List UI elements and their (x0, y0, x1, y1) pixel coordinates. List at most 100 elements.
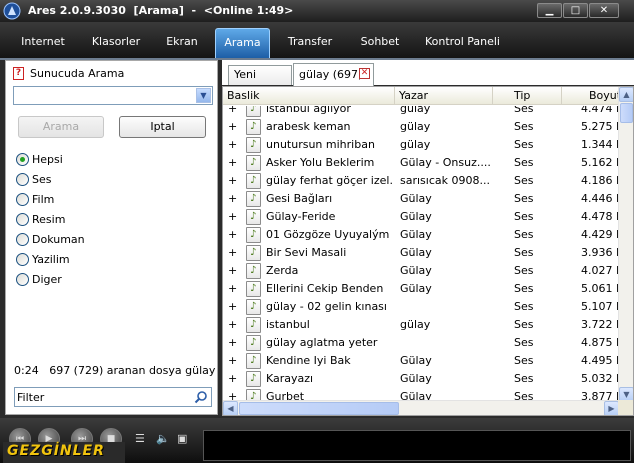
minimize-button[interactable]: ▁ (537, 3, 562, 18)
expand-plus-icon[interactable]: + (228, 228, 237, 242)
table-row[interactable]: + Gülay-Feride Gülay Ses 4.478 K (223, 208, 619, 226)
cell-size: 5.032 K (581, 372, 619, 385)
cell-title: Asker Yolu Beklerim (266, 156, 375, 169)
radio-icon (16, 253, 29, 266)
cell-author: gülay (400, 138, 431, 151)
cell-title: 01 Gözgöze Uyuyalým (266, 228, 390, 241)
nav-tab-internet[interactable]: Internet (12, 28, 74, 58)
search-status: 0:24 697 (729) aranan dosya gülay (14, 364, 216, 377)
cell-author: gülay (400, 106, 431, 115)
cell-type: Ses (514, 282, 534, 295)
table-row[interactable]: + istanbul gülay Ses 3.722 K (223, 316, 619, 334)
cell-size: 3.722 K (581, 318, 619, 331)
cell-title: Zerda (266, 264, 299, 277)
cell-size: 1.344 K (581, 138, 619, 151)
scroll-left-icon[interactable]: ◀ (223, 401, 238, 415)
expand-plus-icon[interactable]: + (228, 336, 237, 350)
column-header-yazar[interactable]: Yazar (395, 87, 493, 105)
horizontal-scroll-thumb[interactable] (239, 402, 399, 415)
expand-plus-icon[interactable]: + (228, 246, 237, 260)
expand-plus-icon[interactable]: + (228, 282, 237, 296)
title-bar: Ares 2.0.9.3030 [Arama] - <Online 1:49> … (0, 0, 634, 22)
expand-plus-icon[interactable]: + (228, 372, 237, 386)
column-header-boyut[interactable]: Boyut (562, 87, 619, 105)
close-window-button[interactable]: ✕ (589, 3, 619, 18)
nav-tab-ekran[interactable]: Ekran (158, 28, 206, 58)
expand-plus-icon[interactable]: + (228, 318, 237, 332)
table-row[interactable]: + arabesk keman gülay Ses 5.275 K (223, 118, 619, 136)
expand-plus-icon[interactable]: + (228, 174, 237, 188)
column-header-tip[interactable]: Tip (493, 87, 562, 105)
filter-box[interactable] (14, 387, 212, 407)
expand-plus-icon[interactable]: + (228, 264, 237, 278)
cell-type: Ses (514, 264, 534, 277)
maximize-button[interactable]: □ (563, 3, 588, 18)
cell-type: Ses (514, 336, 534, 349)
chevron-down-icon[interactable]: ▼ (196, 88, 211, 103)
cell-title: Bir Sevi Masali (266, 246, 347, 259)
tab-current-label: gülay (697) (299, 68, 363, 81)
help-icon[interactable]: ? (13, 67, 24, 80)
cell-title: Gülay-Feride (266, 210, 336, 223)
table-row[interactable]: + gülay aglatma yeter Ses 4.875 K (223, 334, 619, 352)
expand-plus-icon[interactable]: + (228, 354, 237, 368)
table-row[interactable]: + Zerda Gülay Ses 4.027 K (223, 262, 619, 280)
close-tab-icon[interactable]: ✕ (359, 68, 370, 79)
vertical-scroll-thumb[interactable] (620, 103, 633, 123)
expand-plus-icon[interactable]: + (228, 210, 237, 224)
grid-header: Baslik Yazar Tip Boyut (223, 87, 619, 105)
cell-title: Ellerini Cekip Benden (266, 282, 384, 295)
expand-plus-icon[interactable]: + (228, 192, 237, 206)
nav-tab-transfer[interactable]: Transfer (281, 28, 339, 58)
vertical-scrollbar[interactable]: ▲ ▼ (618, 87, 633, 402)
search-button[interactable]: Arama (18, 116, 104, 138)
cell-type: Ses (514, 300, 534, 313)
table-row[interactable]: + Bir Sevi Masali Gülay Ses 3.936 K (223, 244, 619, 262)
nav-tab-klasorler[interactable]: Klasorler (84, 28, 148, 58)
cell-size: 5.162 K (581, 156, 619, 169)
screen-icon[interactable]: ▣ (177, 433, 187, 445)
cell-size: 4.474 K (581, 106, 619, 115)
audio-file-icon (246, 119, 261, 135)
table-row[interactable]: + unutursun mihriban gülay Ses 1.344 K (223, 136, 619, 154)
volume-icon[interactable]: 🔈 (156, 433, 170, 445)
nav-tab-arama[interactable]: Arama (215, 28, 270, 58)
search-query-combo[interactable]: ▼ (13, 86, 213, 105)
expand-plus-icon[interactable]: + (228, 120, 237, 134)
column-header-baslik[interactable]: Baslik (223, 87, 395, 105)
audio-file-icon (246, 263, 261, 279)
cell-type: Ses (514, 318, 534, 331)
table-row[interactable]: + Asker Yolu Beklerim Gülay - Onsuz.... Ses… (223, 154, 619, 172)
playlist-icon[interactable]: ☰ (135, 433, 145, 445)
cell-type: Ses (514, 106, 534, 115)
audio-file-icon (246, 173, 261, 189)
table-row[interactable]: +01 Gözgöze Uyuyalým Gülay Ses 4.429 K (223, 226, 619, 244)
nav-tab-kontrol-paneli[interactable]: Kontrol Paneli (420, 28, 505, 58)
table-row[interactable]: + Ellerini Cekip Benden Gülay Ses 5.061 K (223, 280, 619, 298)
radio-icon (16, 173, 29, 186)
table-row[interactable]: + Kendine Iyi Bak Gülay Ses 4.495 K (223, 352, 619, 370)
cell-author: sarısıcak 0908... (400, 174, 490, 187)
horizontal-scrollbar[interactable]: ◀ ▶ (223, 400, 619, 415)
filter-input[interactable] (17, 389, 187, 405)
table-row[interactable]: + Gesi Bağları Gülay Ses 4.446 K (223, 190, 619, 208)
table-row[interactable]: + Karayazı Gülay Ses 5.032 K (223, 370, 619, 388)
audio-file-icon (246, 371, 261, 387)
expand-plus-icon[interactable]: + (228, 156, 237, 170)
nav-tab-sohbet[interactable]: Sohbet (351, 28, 409, 58)
search-icon[interactable] (194, 390, 208, 404)
cancel-button[interactable]: Iptal (119, 116, 206, 138)
tab-new-search[interactable]: Yeni arama (228, 65, 292, 99)
cell-title: istanbul (266, 318, 310, 331)
scroll-up-icon[interactable]: ▲ (619, 87, 633, 102)
audio-file-icon (246, 245, 261, 261)
radio-icon (16, 193, 29, 206)
table-row[interactable]: + gülay - 02 gelin kınası Ses 5.107 K (223, 298, 619, 316)
scroll-right-icon[interactable]: ▶ (604, 401, 619, 415)
table-row[interactable]: + istanbul ağlıyor gülay Ses 4.474 K (223, 106, 619, 118)
expand-plus-icon[interactable]: + (228, 138, 237, 152)
expand-plus-icon[interactable]: + (228, 106, 237, 116)
table-row[interactable]: + gülay ferhat göçer izel... sarısıcak 090… (223, 172, 619, 190)
watermark: GEZGİNLER (3, 442, 125, 463)
expand-plus-icon[interactable]: + (228, 300, 237, 314)
